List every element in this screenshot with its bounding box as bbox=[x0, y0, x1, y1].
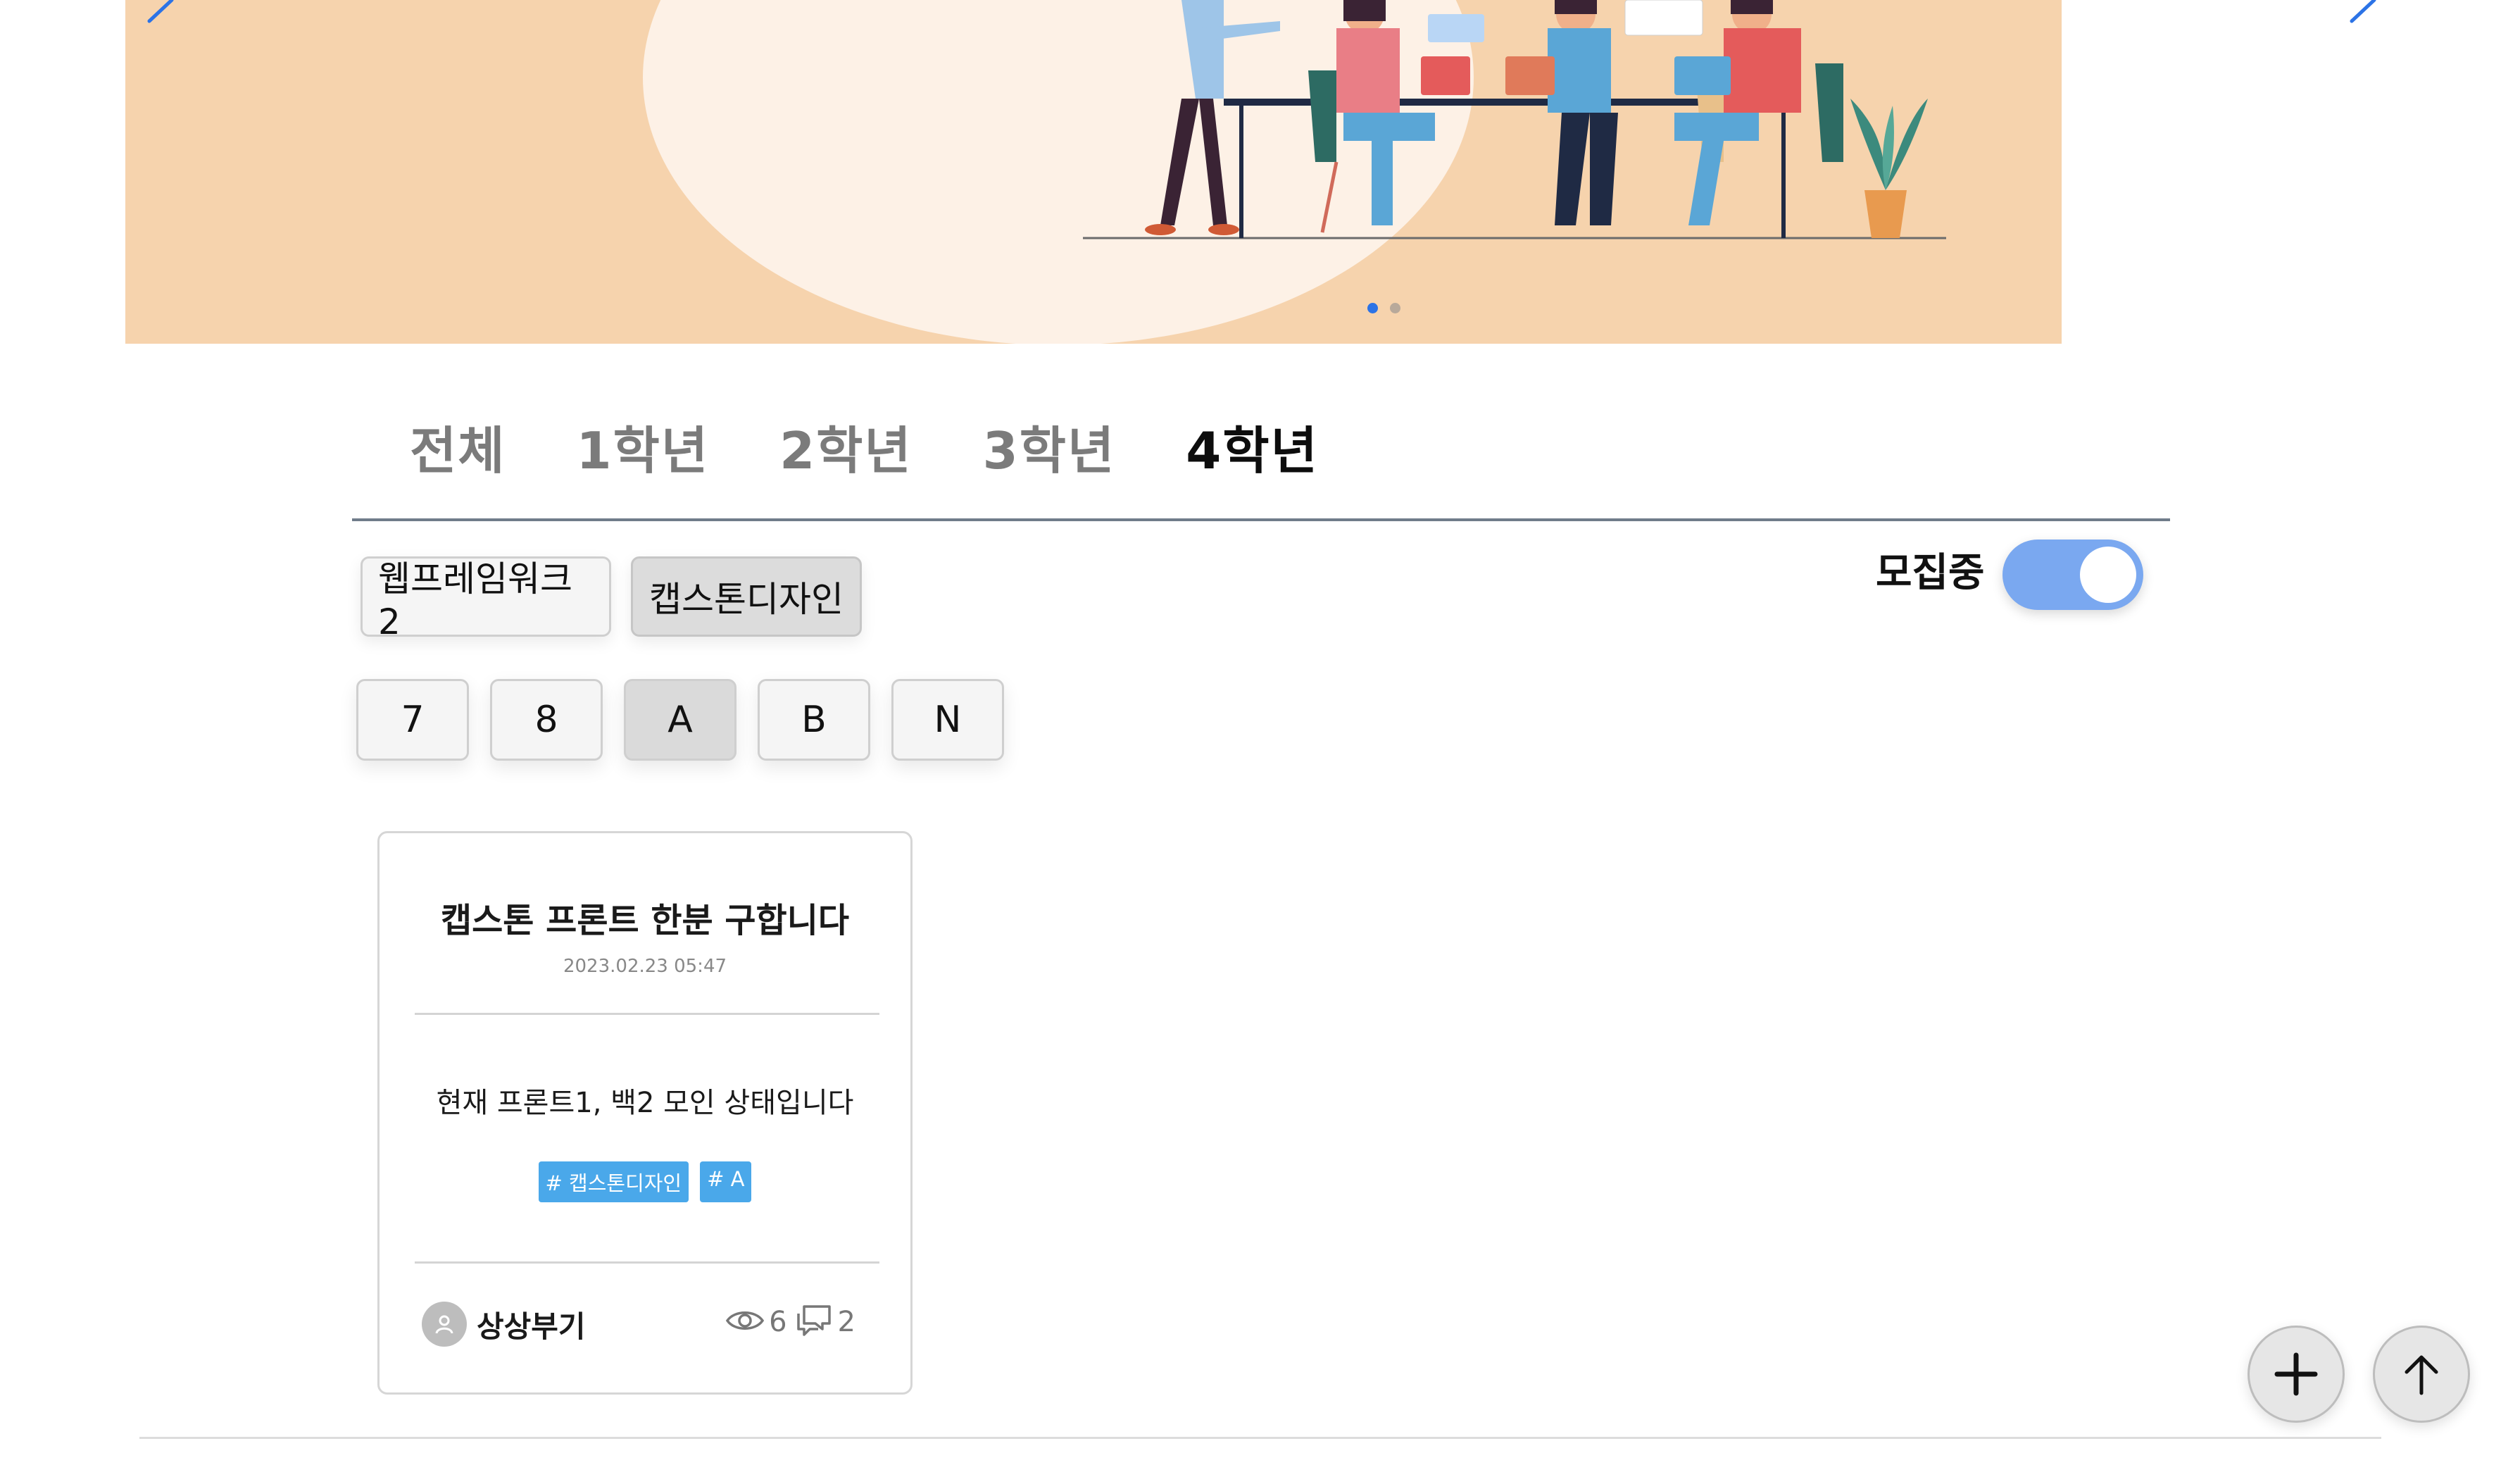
class-button-b[interactable]: B bbox=[758, 679, 870, 761]
carousel-dots bbox=[1367, 303, 1400, 313]
author-name: 상상부기 bbox=[477, 1309, 586, 1344]
class-button-7[interactable]: 7 bbox=[356, 679, 469, 761]
subject-chip-web-framework[interactable]: 웹프레임워크2 bbox=[361, 556, 611, 642]
grade-tabs: 전체 1학년 2학년 3학년 4학년 bbox=[410, 416, 1389, 486]
post-card[interactable]: 캡스톤 프론트 한분 구합니다 2023.02.23 05:47 현재 프론트1… bbox=[377, 831, 913, 1395]
toggle-knob bbox=[2080, 547, 2136, 603]
class-button-a[interactable]: A bbox=[624, 679, 736, 761]
comment-count: 2 bbox=[837, 1306, 855, 1338]
banner-carousel[interactable] bbox=[125, 0, 2062, 344]
card-divider-bottom bbox=[415, 1261, 879, 1264]
chevron-left-icon[interactable] bbox=[139, 0, 182, 28]
post-date: 2023.02.23 05:47 bbox=[563, 956, 727, 977]
scroll-top-button[interactable] bbox=[2373, 1326, 2470, 1423]
class-button-n[interactable]: N bbox=[891, 679, 1004, 761]
add-post-button[interactable] bbox=[2248, 1326, 2345, 1423]
tag-chip[interactable]: # 캡스톤디자인 bbox=[538, 1161, 689, 1202]
carousel-dot-2[interactable] bbox=[1390, 303, 1400, 313]
card-divider-top bbox=[415, 1013, 879, 1015]
eye-icon bbox=[725, 1307, 765, 1338]
chevron-right-icon[interactable] bbox=[2342, 0, 2384, 28]
post-title: 캡스톤 프론트 한분 구합니다 bbox=[440, 901, 850, 940]
tab-grade-4[interactable]: 4학년 bbox=[1186, 416, 1319, 486]
tab-grade-1[interactable]: 1학년 bbox=[576, 416, 709, 486]
view-count: 6 bbox=[769, 1306, 787, 1338]
page-bottom-divider bbox=[139, 1437, 2381, 1439]
user-icon bbox=[422, 1302, 467, 1347]
recruiting-toggle[interactable] bbox=[2002, 540, 2143, 610]
board-page: 전체 1학년 2학년 3학년 4학년 웹프레임워크2 캡스톤디자인 7 8 A … bbox=[0, 0, 2520, 1465]
post-body: 현재 프론트1, 백2 모인 상태입니다 bbox=[436, 1087, 854, 1119]
recruiting-label: 모집중 bbox=[1876, 550, 1985, 596]
post-stats: 6 2 bbox=[725, 1304, 863, 1340]
tabs-underline bbox=[352, 514, 2170, 521]
subject-chip-capstone[interactable]: 캡스톤디자인 bbox=[631, 556, 862, 637]
class-button-8[interactable]: 8 bbox=[490, 679, 603, 761]
comment-icon bbox=[794, 1304, 834, 1340]
tab-grade-2[interactable]: 2학년 bbox=[779, 416, 913, 486]
plus-icon bbox=[2274, 1352, 2318, 1396]
carousel-dot-1[interactable] bbox=[1367, 303, 1378, 313]
banner-illustration bbox=[643, 0, 1946, 344]
arrow-up-icon bbox=[2405, 1355, 2438, 1395]
post-author: 상상부기 bbox=[422, 1302, 586, 1347]
tab-all[interactable]: 전체 bbox=[410, 416, 506, 486]
tab-grade-3[interactable]: 3학년 bbox=[983, 416, 1116, 486]
post-tags: # 캡스톤디자인 # A bbox=[380, 1161, 910, 1202]
tag-chip[interactable]: # A bbox=[700, 1161, 752, 1202]
